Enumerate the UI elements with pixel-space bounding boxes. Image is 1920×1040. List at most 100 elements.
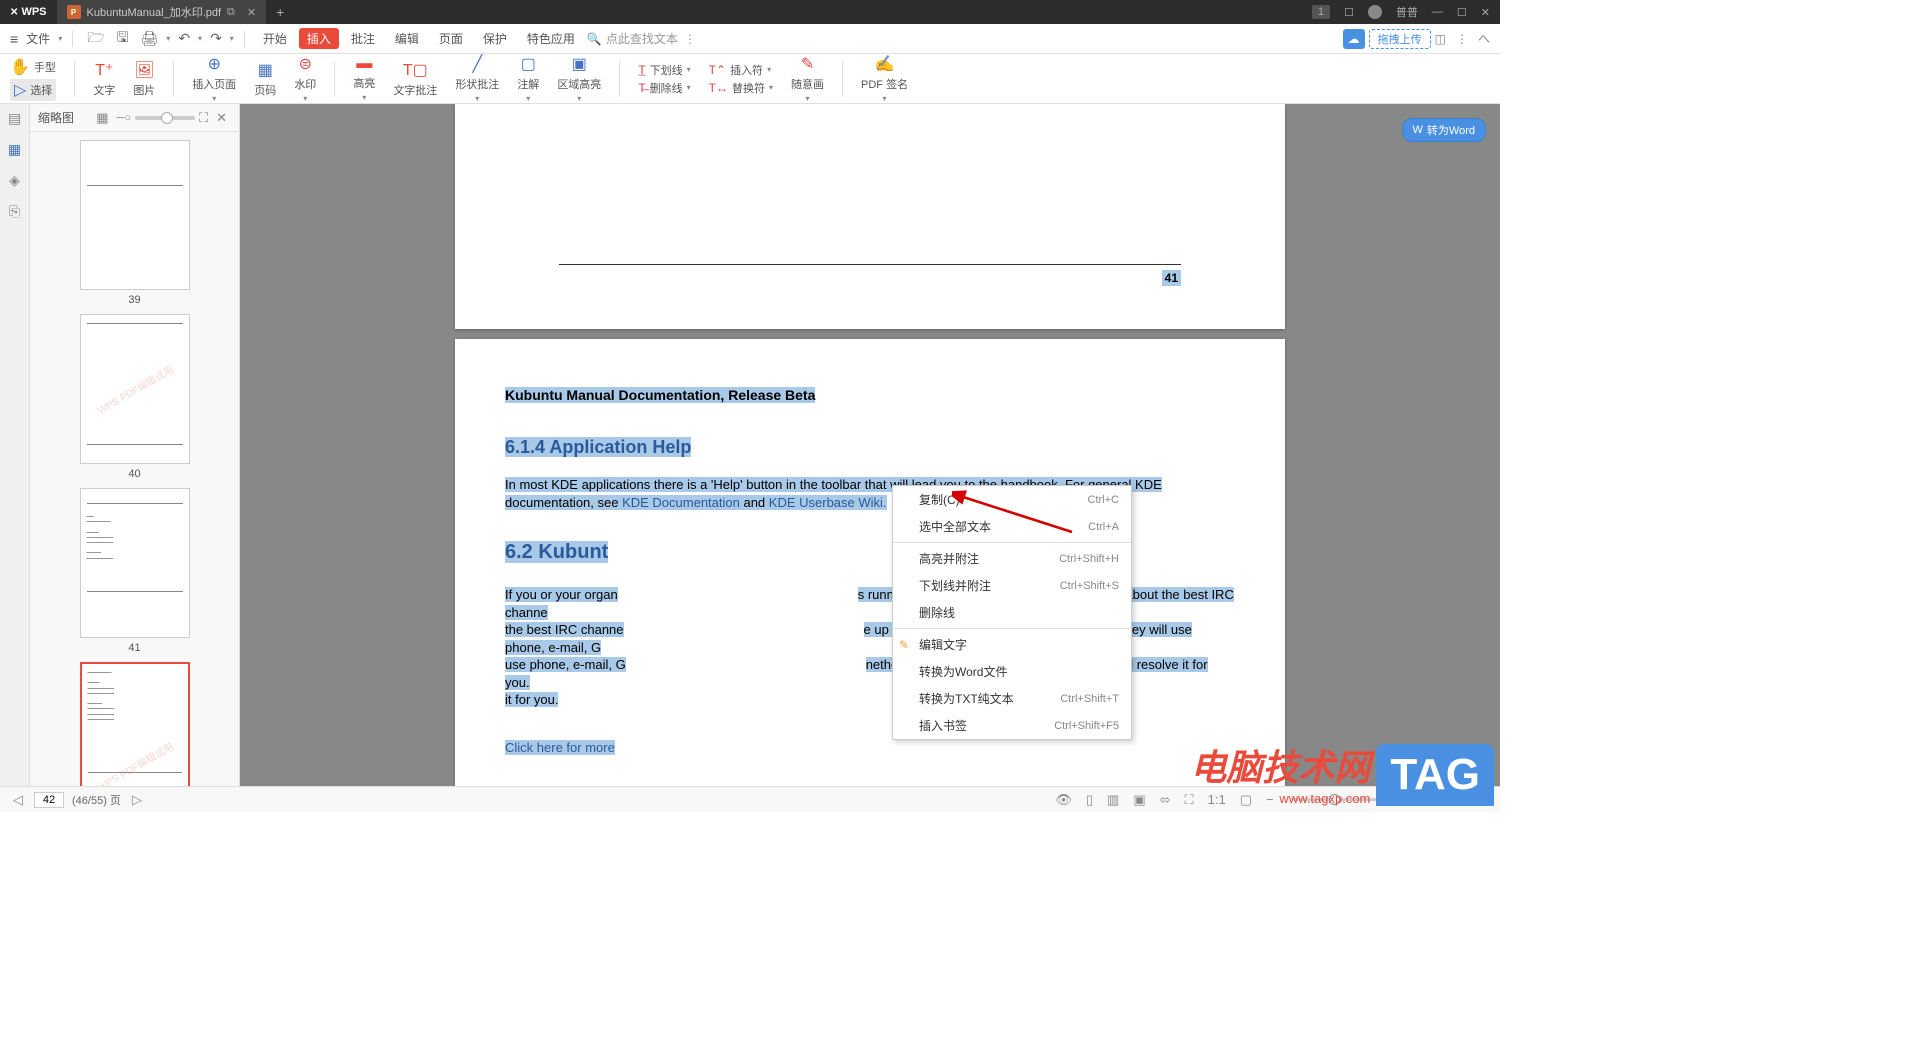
menu-insert[interactable]: 插入 [299,28,339,49]
tab-title: KubuntuManual_加水印.pdf [87,4,222,20]
prev-page-icon[interactable]: ◁ [10,792,26,808]
insert-page-tool[interactable]: ⊕插入页面▾ [192,54,236,103]
next-page-icon[interactable]: ▷ [129,792,145,808]
convert-to-word-button[interactable]: W 转为Word [1402,118,1486,142]
menu-protect[interactable]: 保护 [475,30,515,47]
more-icon[interactable]: ⋮ [1456,32,1468,46]
thumb-grid-icon[interactable]: ▦ [96,110,108,126]
ctx-strikeout[interactable]: 删除线 [893,599,1131,626]
document-page-42: Kubuntu Manual Documentation, Release Be… [455,339,1285,786]
open-icon[interactable]: 🗁 [83,27,108,51]
dropdown-icon[interactable]: ▾ [58,34,62,43]
text-tool[interactable]: T⁺文字 [93,60,115,98]
notification-badge[interactable]: 1 [1312,5,1330,19]
layout-facing-icon[interactable]: ▣ [1130,792,1148,808]
menu-special[interactable]: 特色应用 [519,30,583,47]
section-heading: 6.1.4 Application Help [505,437,1235,458]
upload-button[interactable]: 拖拽上传 [1369,29,1431,49]
menu-annotation[interactable]: 批注 [343,30,383,47]
context-menu: 复制(C)Ctrl+C 选中全部文本Ctrl+A 高亮并附注Ctrl+Shift… [892,485,1132,740]
ctx-insert-bookmark[interactable]: 插入书签Ctrl+Shift+F5 [893,712,1131,739]
crop-icon[interactable]: ◫ [1435,32,1446,46]
ctx-convert-txt[interactable]: 转换为TXT纯文本Ctrl+Shift+T [893,685,1131,712]
calendar-icon[interactable]: ☐ [1344,6,1354,19]
redo-dropdown-icon[interactable]: ▾ [230,34,234,43]
undo-dropdown-icon[interactable]: ▾ [198,34,202,43]
view-mode-icon[interactable]: 👁 [1052,792,1075,808]
print-icon[interactable]: 🖨 [137,30,163,47]
app-logo[interactable]: ✕ WPS [0,6,57,18]
thumbnail-item[interactable]: ━━━━━━━━━━━━━━━━━━━━━━━━━━━━━━━━━━━━━━━━… [30,662,239,786]
highlight-tool[interactable]: ▬高亮▾ [353,55,375,102]
cloud-button[interactable]: ☁ [1343,29,1365,49]
insert-char-tool[interactable]: T⌃插入符▾ [709,62,773,78]
rail-thumbnail-icon[interactable]: ▦ [8,141,21,158]
annotation-tool[interactable]: ▢注解▾ [517,54,539,103]
thumbnail-panel: 缩略图 ▦ ─○ ⛶ ✕ 39 WPS PDF编辑试用 40 [30,104,240,786]
tab-restore-icon[interactable]: ⧉ [227,6,235,19]
left-rail: ▤ ▦ ◈ ⎘ [0,104,30,786]
document-area[interactable]: W 转为Word 41 Kubuntu Manual Documentation… [240,104,1500,786]
hamburger-icon[interactable]: ≡ [10,31,18,47]
rail-tag-icon[interactable]: ◈ [9,172,20,189]
thumbnail-title: 缩略图 [38,109,74,126]
thumbnail-item[interactable]: 39 [30,140,239,306]
thumb-fit-icon[interactable]: ⛶ [199,110,208,126]
hand-tool[interactable]: ✋手型 [10,57,56,77]
page-input[interactable] [34,792,64,808]
new-tab-button[interactable]: + [266,4,294,20]
thumb-close-icon[interactable]: ✕ [216,110,227,126]
ctx-copy[interactable]: 复制(C)Ctrl+C [893,486,1131,513]
document-tab[interactable]: P KubuntuManual_加水印.pdf ⧉ ✕ [57,0,267,24]
strikeout-tool[interactable]: T̶删除线▾ [638,80,690,96]
layout-single-icon[interactable]: ▯ [1083,792,1096,808]
shape-annotation-tool[interactable]: ╱形状批注▾ [455,54,499,103]
area-highlight-tool[interactable]: ▣区域高亮▾ [557,54,601,103]
layout-continuous-icon[interactable]: ▥ [1104,792,1122,808]
menu-page[interactable]: 页面 [431,30,471,47]
ribbon: ✋手型 ▷选择 T⁺文字 🖼图片 ⊕插入页面▾ ▦页码 ⊜水印▾ ▬高亮▾ T▢… [0,54,1500,104]
search-placeholder: 点此查找文本 [606,30,678,47]
user-name: 普普 [1396,4,1418,20]
paragraph-link: Click here for more [505,739,1235,757]
ctx-select-all[interactable]: 选中全部文本Ctrl+A [893,513,1131,540]
file-menu[interactable]: 文件 [22,30,54,47]
underline-tool[interactable]: T̲下划线▾ [638,62,690,78]
document-page-41: 41 [455,104,1285,329]
ctx-convert-word[interactable]: 转换为Word文件 [893,658,1131,685]
fit-width-icon[interactable]: ⬄ [1157,792,1174,808]
collapse-ribbon-icon[interactable]: ヘ [1478,30,1490,47]
thumb-zoom-out-icon[interactable]: ─○ [117,112,131,124]
thumbnail-item[interactable]: WPS PDF编辑试用 40 [30,314,239,480]
image-tool[interactable]: 🖼图片 [133,60,155,98]
thumbnail-list[interactable]: 39 WPS PDF编辑试用 40 ━━━━━━━━━━━━━━━━━━━━━━… [30,132,239,786]
thumb-zoom-slider[interactable] [135,116,195,120]
tab-close-icon[interactable]: ✕ [247,6,256,19]
text-annotation-tool[interactable]: T▢文字批注 [393,60,437,98]
select-tool[interactable]: ▷选择 [10,79,56,101]
page-number-tool[interactable]: ▦页码 [254,60,276,98]
menu-start[interactable]: 开始 [255,30,295,47]
save-icon[interactable]: 🖫 [113,27,133,51]
ctx-edit-text[interactable]: ✎编辑文字 [893,631,1131,658]
undo-icon[interactable]: ↶ [174,30,194,47]
redo-icon[interactable]: ↷ [206,30,226,47]
watermark-logo: 电脑技术网 www.tagxp.com TAG [1190,739,1494,806]
user-avatar-icon[interactable] [1368,5,1382,19]
window-close-icon[interactable]: ✕ [1481,6,1490,19]
rail-attachment-icon[interactable]: ⎘ [9,203,20,220]
replace-char-tool[interactable]: T↔替换符▾ [709,80,773,96]
ctx-underline-annot[interactable]: 下划线并附注Ctrl+Shift+S [893,572,1131,599]
ctx-highlight-annot[interactable]: 高亮并附注Ctrl+Shift+H [893,545,1131,572]
menu-edit[interactable]: 编辑 [387,30,427,47]
thumbnail-item[interactable]: ━━━━━━━━━━━━━━━━━━━━━━━━━━━━━━━━━━━━━━━━… [30,488,239,654]
freehand-tool[interactable]: ✎随意画▾ [791,54,824,103]
print-dropdown-icon[interactable]: ▾ [166,34,170,43]
window-maximize-icon[interactable]: ☐ [1457,6,1467,19]
watermark-tool[interactable]: ⊜水印▾ [294,54,316,103]
rail-outline-icon[interactable]: ▤ [8,110,21,127]
menubar: ≡ 文件 ▾ 🗁 🖫 🖨 ▾ ↶ ▾ ↷ ▾ 开始 插入 批注 编辑 页面 保护… [0,24,1500,54]
pdf-sign-tool[interactable]: ✍PDF 签名▾ [861,54,908,103]
window-minimize-icon[interactable]: — [1432,6,1443,18]
search-box[interactable]: 🔍 点此查找文本 ⋮ [587,30,696,47]
